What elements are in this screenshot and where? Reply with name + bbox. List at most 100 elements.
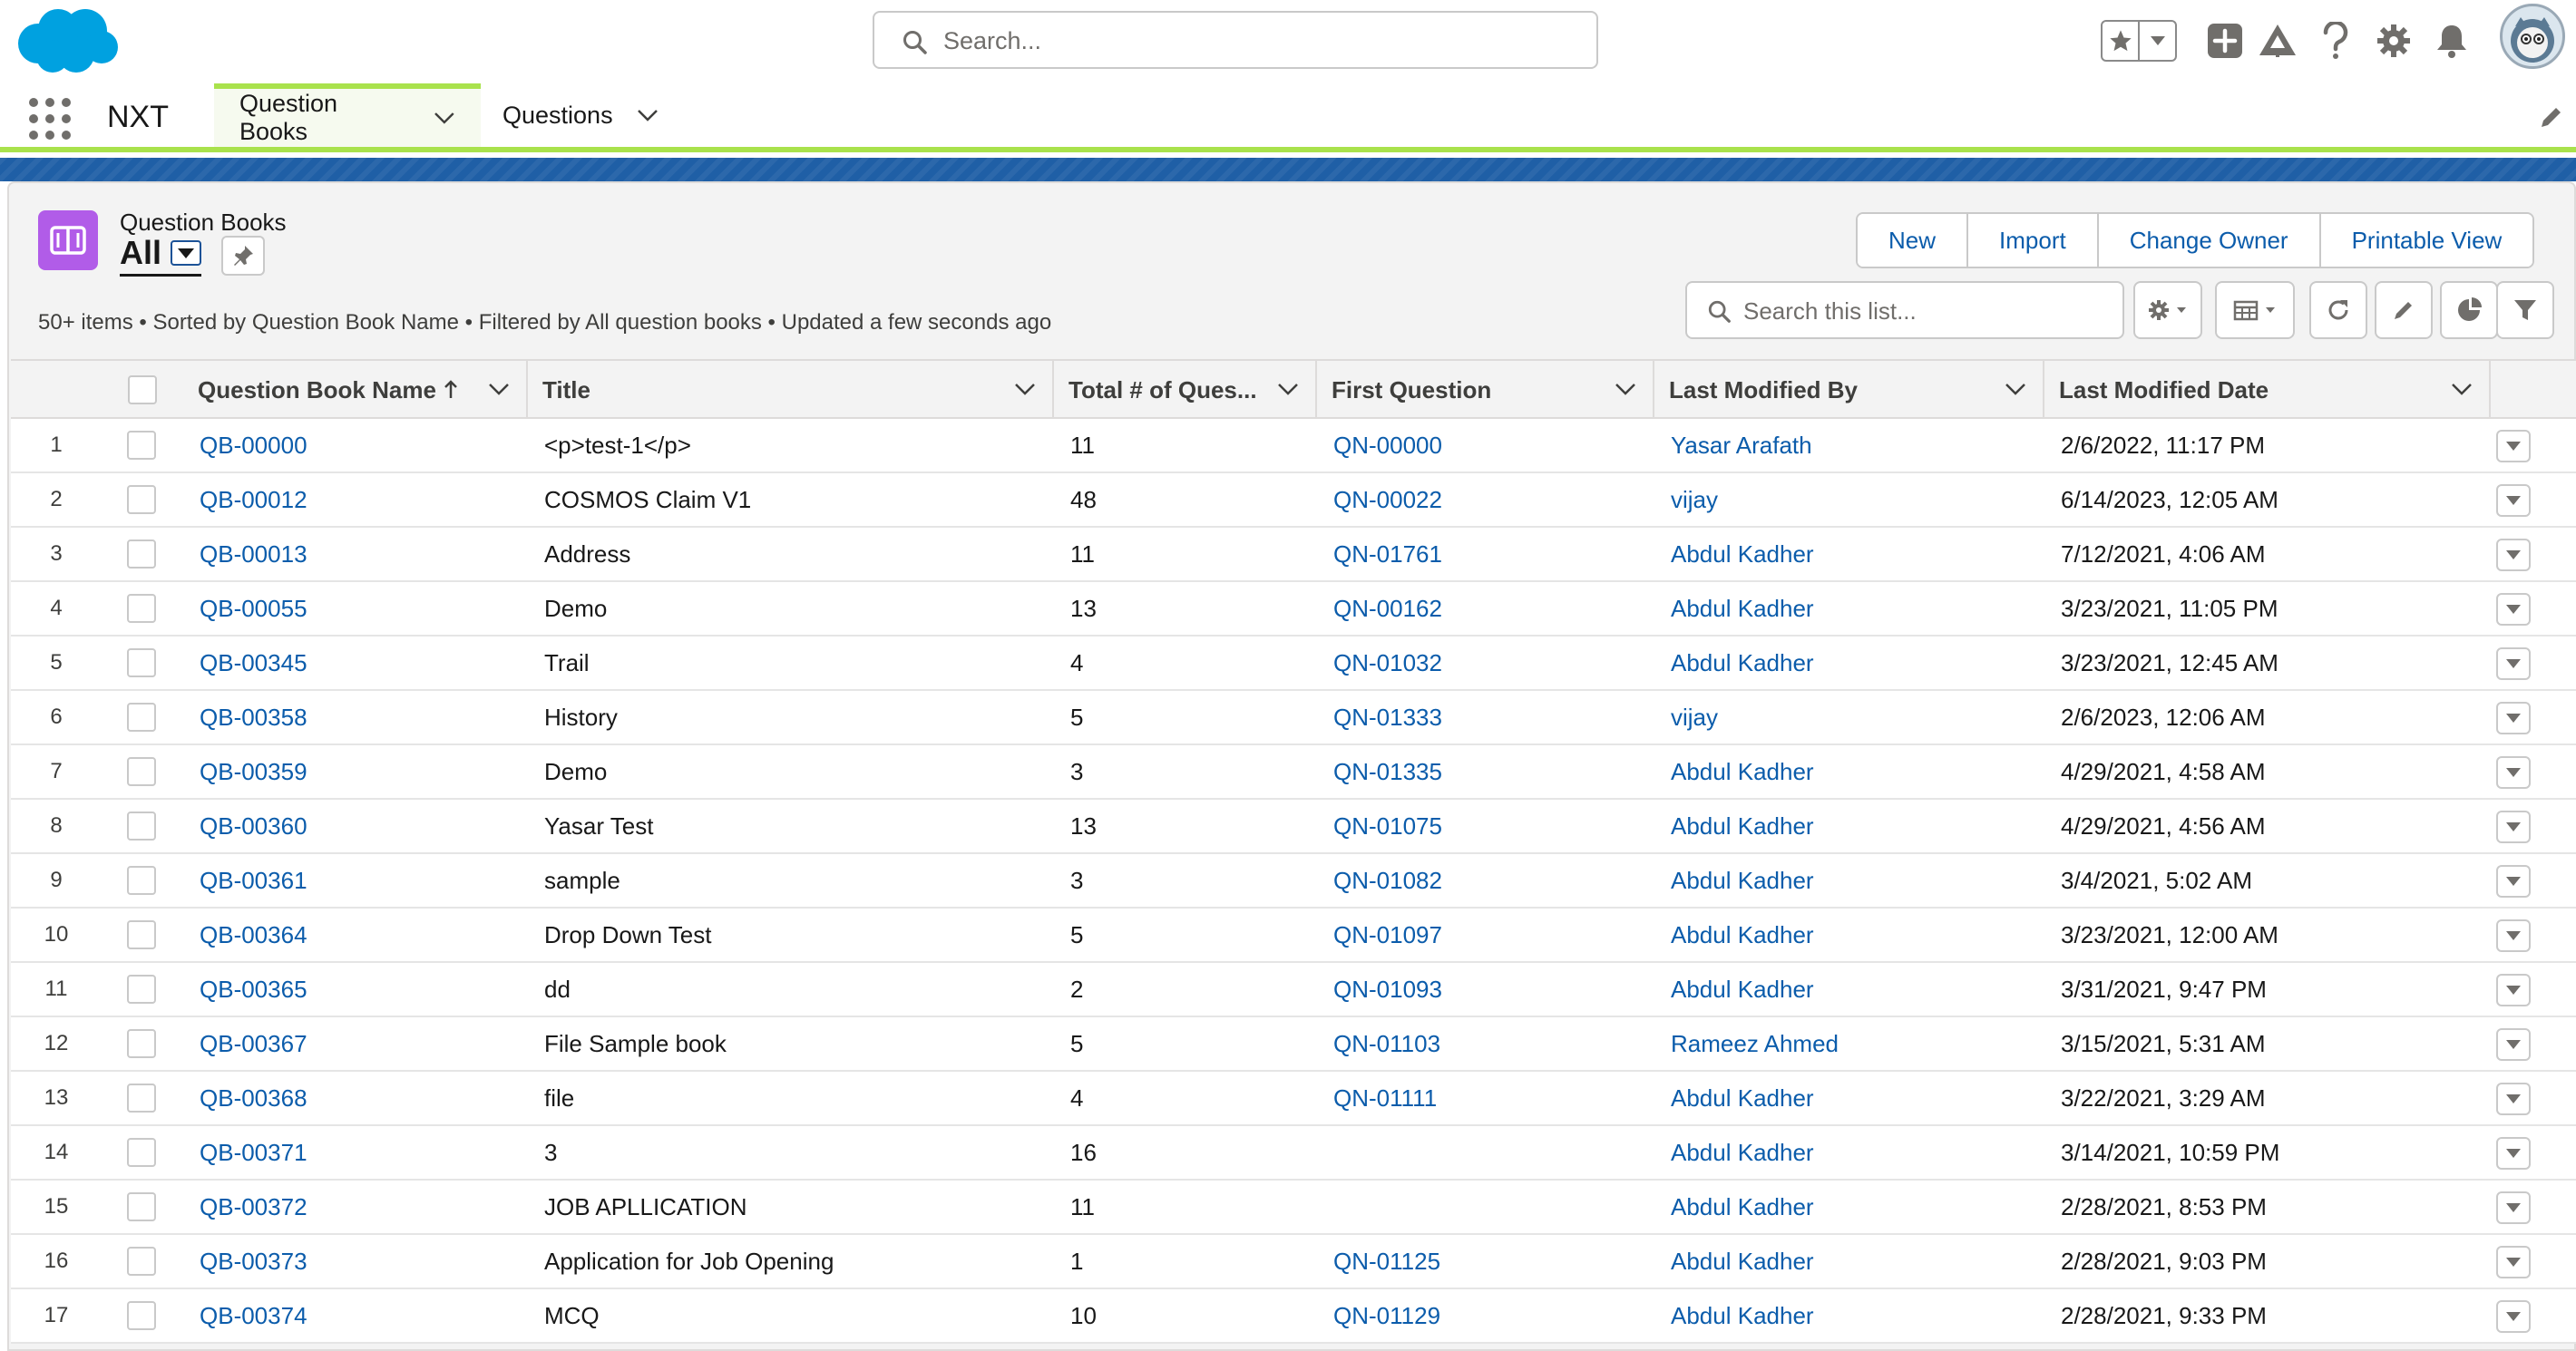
row-checkbox[interactable] — [127, 485, 156, 514]
row-actions-button[interactable] — [2496, 430, 2531, 462]
list-view-dropdown-icon[interactable] — [171, 240, 202, 266]
row-actions-button[interactable] — [2496, 1300, 2531, 1333]
last-modified-by-link[interactable]: Abdul Kadher — [1671, 800, 1814, 852]
question-book-name-link[interactable]: QB-00012 — [200, 473, 307, 526]
last-modified-by-link[interactable]: Yasar Arafath — [1671, 419, 1812, 471]
question-book-name-link[interactable]: QB-00013 — [200, 528, 307, 580]
row-actions-button[interactable] — [2496, 1083, 2531, 1115]
row-checkbox[interactable] — [127, 1301, 156, 1330]
chevron-down-icon[interactable] — [1277, 383, 1299, 395]
last-modified-by-link[interactable]: Abdul Kadher — [1671, 528, 1814, 580]
row-checkbox[interactable] — [127, 1084, 156, 1113]
column-header-first-question[interactable]: First Question — [1317, 361, 1654, 419]
row-actions-button[interactable] — [2496, 756, 2531, 789]
global-search[interactable] — [873, 11, 1598, 69]
column-header-last-modified-by[interactable]: Last Modified By — [1654, 361, 2044, 419]
first-question-link[interactable]: QN-00162 — [1333, 582, 1442, 635]
chevron-down-icon[interactable] — [488, 383, 510, 395]
first-question-link[interactable]: QN-01103 — [1333, 1017, 1440, 1070]
row-checkbox[interactable] — [127, 539, 156, 569]
row-actions-button[interactable] — [2496, 919, 2531, 952]
first-question-link[interactable]: QN-01075 — [1333, 800, 1442, 852]
last-modified-by-link[interactable]: Abdul Kadher — [1671, 1126, 1814, 1179]
row-checkbox[interactable] — [127, 866, 156, 895]
question-book-name-link[interactable]: QB-00368 — [200, 1072, 307, 1124]
question-book-name-link[interactable]: QB-00345 — [200, 637, 307, 689]
question-book-name-link[interactable]: QB-00000 — [200, 419, 307, 471]
question-book-name-link[interactable]: QB-00374 — [200, 1289, 307, 1342]
app-launcher-icon[interactable] — [29, 98, 71, 140]
pin-list-view-button[interactable] — [221, 236, 265, 276]
printable-view-button[interactable]: Printable View — [2318, 214, 2533, 267]
first-question-link[interactable]: QN-01761 — [1333, 528, 1442, 580]
change-owner-button[interactable]: Change Owner — [2096, 214, 2319, 267]
question-book-name-link[interactable]: QB-00364 — [200, 909, 307, 961]
help-icon[interactable] — [2315, 20, 2356, 62]
chevron-down-icon[interactable] — [1615, 383, 1636, 395]
favorites-star-icon[interactable] — [2103, 22, 2138, 60]
first-question-link[interactable]: QN-01129 — [1333, 1289, 1440, 1342]
row-checkbox[interactable] — [127, 812, 156, 841]
favorites-control[interactable] — [2101, 20, 2177, 62]
row-checkbox[interactable] — [127, 648, 156, 677]
list-search-input[interactable] — [1743, 292, 2106, 330]
filters-button[interactable] — [2496, 281, 2554, 339]
row-actions-button[interactable] — [2496, 702, 2531, 734]
chevron-down-icon[interactable] — [2005, 383, 2026, 395]
last-modified-by-link[interactable]: Abdul Kadher — [1671, 1235, 1814, 1288]
chevron-down-icon[interactable] — [1014, 383, 1036, 395]
inline-edit-button[interactable] — [2375, 281, 2433, 339]
notifications-bell-icon[interactable] — [2431, 20, 2473, 62]
row-actions-button[interactable] — [2496, 1191, 2531, 1224]
global-actions-add-icon[interactable] — [2204, 20, 2246, 62]
first-question-link[interactable]: QN-01082 — [1333, 854, 1442, 907]
first-question-link[interactable]: QN-01097 — [1333, 909, 1442, 961]
question-book-name-link[interactable]: QB-00372 — [200, 1181, 307, 1233]
row-checkbox[interactable] — [127, 1138, 156, 1167]
row-checkbox[interactable] — [127, 1192, 156, 1221]
last-modified-by-link[interactable]: Abdul Kadher — [1671, 582, 1814, 635]
row-checkbox[interactable] — [127, 757, 156, 786]
first-question-link[interactable]: QN-01093 — [1333, 963, 1442, 1016]
row-actions-button[interactable] — [2496, 811, 2531, 843]
user-avatar[interactable] — [2500, 4, 2565, 69]
tab-questions[interactable]: Questions — [477, 83, 684, 147]
last-modified-by-link[interactable]: Abdul Kadher — [1671, 1289, 1814, 1342]
row-checkbox[interactable] — [127, 594, 156, 623]
charts-button[interactable] — [2440, 281, 2498, 339]
question-book-name-link[interactable]: QB-00373 — [200, 1235, 307, 1288]
question-book-name-link[interactable]: QB-00359 — [200, 745, 307, 798]
setup-gear-icon[interactable] — [2373, 20, 2415, 62]
refresh-button[interactable] — [2309, 281, 2367, 339]
last-modified-by-link[interactable]: Rameez Ahmed — [1671, 1017, 1839, 1070]
display-as-button[interactable] — [2215, 281, 2295, 339]
column-header-last-modified-date[interactable]: Last Modified Date — [2044, 361, 2491, 419]
chevron-down-icon[interactable] — [434, 112, 455, 124]
last-modified-by-link[interactable]: vijay — [1671, 691, 1718, 744]
row-checkbox[interactable] — [127, 431, 156, 460]
last-modified-by-link[interactable]: Abdul Kadher — [1671, 637, 1814, 689]
row-actions-button[interactable] — [2496, 1028, 2531, 1061]
last-modified-by-link[interactable]: Abdul Kadher — [1671, 745, 1814, 798]
select-all-checkbox[interactable] — [128, 375, 157, 404]
question-book-name-link[interactable]: QB-00055 — [200, 582, 307, 635]
edit-nav-pencil-icon[interactable] — [2538, 103, 2565, 131]
column-header-total-questions[interactable]: Total # of Ques... — [1054, 361, 1317, 419]
last-modified-by-link[interactable]: Abdul Kadher — [1671, 963, 1814, 1016]
row-actions-button[interactable] — [2496, 484, 2531, 517]
row-checkbox[interactable] — [127, 975, 156, 1004]
column-header-question-book-name[interactable]: Question Book Name — [183, 361, 528, 419]
row-checkbox[interactable] — [127, 1029, 156, 1058]
list-view-controls-button[interactable] — [2133, 281, 2202, 339]
last-modified-by-link[interactable]: vijay — [1671, 473, 1718, 526]
first-question-link[interactable]: QN-01032 — [1333, 637, 1442, 689]
salesforce-logo[interactable] — [13, 7, 122, 76]
first-question-link[interactable]: QN-01111 — [1333, 1072, 1437, 1124]
question-book-name-link[interactable]: QB-00360 — [200, 800, 307, 852]
row-checkbox[interactable] — [127, 1247, 156, 1276]
last-modified-by-link[interactable]: Abdul Kadher — [1671, 854, 1814, 907]
column-header-title[interactable]: Title — [528, 361, 1054, 419]
first-question-link[interactable]: QN-01335 — [1333, 745, 1442, 798]
question-book-name-link[interactable]: QB-00367 — [200, 1017, 307, 1070]
question-book-name-link[interactable]: QB-00358 — [200, 691, 307, 744]
